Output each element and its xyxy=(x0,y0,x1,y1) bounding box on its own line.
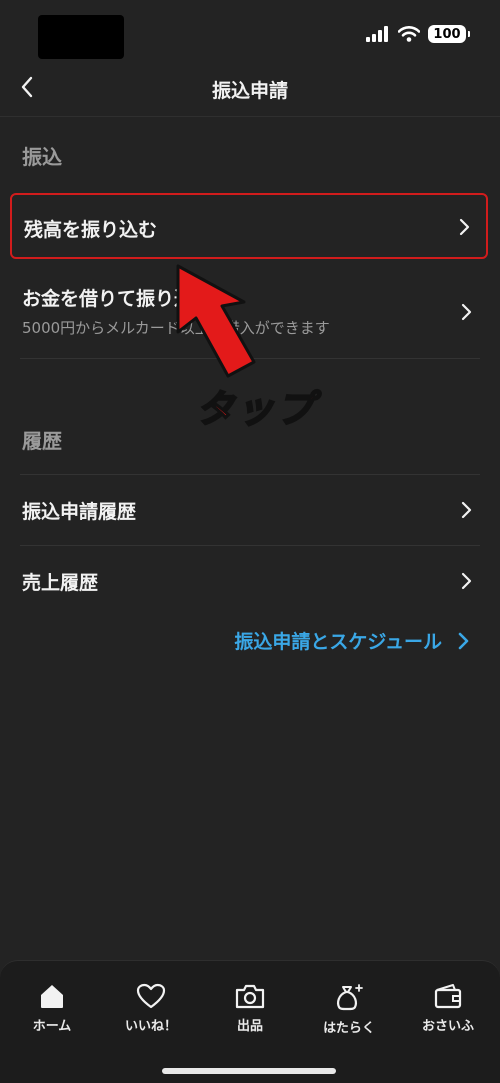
bottom-tab-bar: ホーム いいね！ 出品 はたらく おさいふ xyxy=(0,960,500,1083)
transfer-history-row[interactable]: 振込申請履歴 xyxy=(10,476,488,544)
row-label: 振込申請履歴 xyxy=(22,501,137,523)
tab-listing[interactable]: 出品 xyxy=(210,983,290,1034)
status-icons: 100 xyxy=(366,24,470,44)
chevron-right-icon xyxy=(459,218,470,236)
sales-history-row[interactable]: 売上履歴 xyxy=(10,547,488,615)
row-label: 残高を振り込む xyxy=(24,219,158,241)
section-title-transfer: 振込 xyxy=(22,145,62,169)
tap-annotation-text: タップ xyxy=(195,386,317,432)
tap-arrow-annotation xyxy=(176,264,256,378)
tab-wallet[interactable]: おさいふ xyxy=(408,983,488,1034)
wallet-icon xyxy=(434,984,462,1009)
header: 振込申請 xyxy=(0,60,500,117)
schedule-link-label: 振込申請とスケジュール xyxy=(234,631,442,653)
status-bar: 100 xyxy=(0,0,500,60)
row-label: 売上履歴 xyxy=(22,572,99,594)
tab-likes[interactable]: いいね！ xyxy=(111,983,191,1034)
redacted-time xyxy=(38,15,124,59)
tab-label: 出品 xyxy=(236,1019,263,1034)
schedule-link[interactable]: 振込申請とスケジュール xyxy=(234,627,470,654)
transfer-balance-row[interactable]: 残高を振り込む xyxy=(10,193,488,259)
wifi-icon xyxy=(398,26,420,42)
home-icon xyxy=(41,985,63,1008)
section-title-history: 履歴 xyxy=(22,429,62,453)
signal-icon xyxy=(366,26,388,42)
chevron-right-icon xyxy=(461,501,472,519)
battery-indicator: 100 xyxy=(428,25,470,43)
page-title: 振込申請 xyxy=(211,80,288,102)
chevron-right-icon xyxy=(458,632,469,649)
tab-label: ホーム xyxy=(32,1019,72,1034)
money-bag-icon xyxy=(337,984,363,1011)
tab-home[interactable]: ホーム xyxy=(12,983,92,1034)
tab-label: おさいふ xyxy=(421,1019,474,1034)
home-indicator xyxy=(162,1068,336,1074)
chevron-right-icon xyxy=(461,303,472,321)
divider xyxy=(20,545,480,546)
tab-label: いいね！ xyxy=(124,1019,177,1034)
tab-label: はたらく xyxy=(323,1021,375,1036)
chevron-right-icon xyxy=(461,572,472,590)
divider xyxy=(20,474,480,475)
heart-icon xyxy=(136,983,166,1009)
tab-work[interactable]: はたらく xyxy=(309,983,389,1036)
camera-icon xyxy=(235,984,265,1009)
